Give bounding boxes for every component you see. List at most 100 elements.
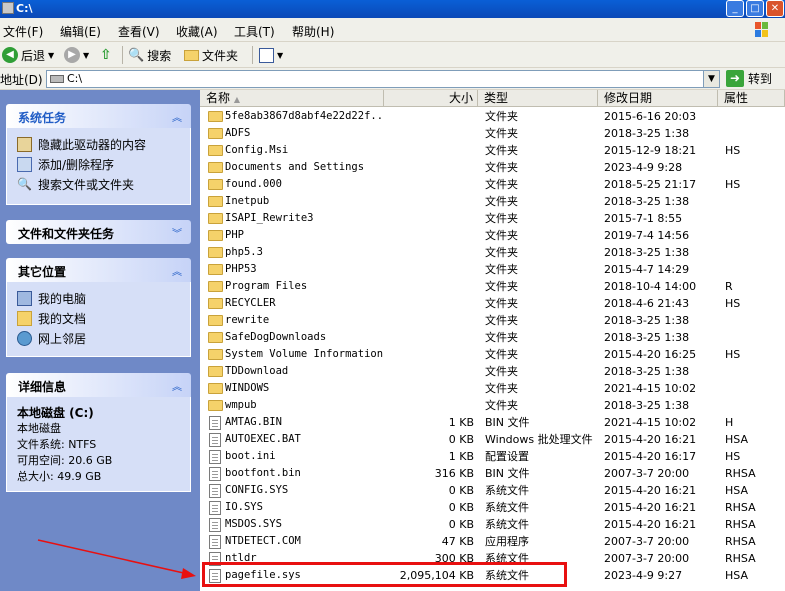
file-row[interactable]: php5.3 文件夹 2018-3-25 1:38	[200, 244, 785, 261]
column-modified[interactable]: 修改日期	[598, 90, 718, 107]
file-row[interactable]: AUTOEXEC.BAT 0 KB Windows 批处理文件 2015-4-20 1…	[200, 431, 785, 448]
menu-bar: 文件(F) 编辑(E) 查看(V) 收藏(A) 工具(T) 帮助(H)	[0, 18, 785, 42]
file-attributes: HS	[725, 144, 741, 157]
place-network[interactable]: 网上邻居	[17, 328, 180, 348]
details-header[interactable]: 详细信息 ︽	[6, 373, 191, 397]
folder-icon	[208, 298, 223, 309]
chevron-down-icon: ▼	[83, 50, 90, 60]
task-search-files[interactable]: 🔍 搜索文件或文件夹	[17, 174, 180, 194]
expand-icon[interactable]: ︾	[172, 225, 182, 240]
other-places-header[interactable]: 其它位置 ︽	[6, 258, 191, 282]
collapse-icon[interactable]: ︽	[172, 263, 182, 278]
forward-button[interactable]: ▶ ▼	[64, 45, 89, 65]
go-button[interactable]: ➜ 转到	[726, 70, 772, 87]
file-row[interactable]: Config.Msi 文件夹 2015-12-9 18:21 HS	[200, 142, 785, 159]
file-row[interactable]: AMTAG.BIN 1 KB BIN 文件 2021-4-15 10:02 H	[200, 414, 785, 431]
file-type: 文件夹	[485, 331, 518, 344]
address-input[interactable]: C:\ ▼	[46, 70, 720, 88]
file-row[interactable]: NTDETECT.COM 47 KB 应用程序 2007-3-7 20:00 RHSA	[200, 533, 785, 550]
folders-button[interactable]: 文件夹	[184, 45, 238, 65]
place-my-documents[interactable]: 我的文档	[17, 308, 180, 328]
file-type: 文件夹	[485, 382, 518, 395]
file-size: 0 KB	[448, 433, 474, 446]
system-tasks-header[interactable]: 系统任务 ︽	[6, 104, 191, 128]
toolbar-divider	[122, 46, 123, 64]
file-size: 0 KB	[448, 501, 474, 514]
back-label: 后退	[21, 48, 46, 63]
file-type: 文件夹	[485, 348, 518, 361]
task-label: 搜索文件或文件夹	[38, 177, 135, 192]
task-add-remove-programs[interactable]: 添加/删除程序	[17, 154, 180, 174]
search-icon: 🔍	[17, 177, 32, 191]
minimize-button[interactable]: _	[726, 0, 744, 17]
file-name: PHP53	[225, 263, 257, 275]
file-icon	[209, 484, 221, 498]
menu-favorites[interactable]: 收藏(A)	[176, 23, 218, 40]
file-folder-tasks-header[interactable]: 文件和文件夹任务 ︾	[6, 220, 191, 244]
file-row[interactable]: boot.ini 1 KB 配置设置 2015-4-20 16:17 HS	[200, 448, 785, 465]
back-button[interactable]: ◀ 后退 ▼	[2, 45, 54, 65]
column-name[interactable]: 名称 ▲	[200, 90, 384, 107]
file-row[interactable]: ISAPI_Rewrite3 文件夹 2015-7-1 8:55	[200, 210, 785, 227]
my-computer-icon	[17, 290, 32, 306]
file-row[interactable]: IO.SYS 0 KB 系统文件 2015-4-20 16:21 RHSA	[200, 499, 785, 516]
file-row[interactable]: MSDOS.SYS 0 KB 系统文件 2015-4-20 16:21 RHSA	[200, 516, 785, 533]
column-type[interactable]: 类型	[478, 90, 598, 107]
collapse-icon[interactable]: ︽	[172, 378, 182, 393]
file-attributes: HS	[725, 297, 741, 310]
place-label: 网上邻居	[38, 331, 87, 346]
file-type: BIN 文件	[485, 416, 530, 429]
maximize-button[interactable]: □	[746, 0, 764, 17]
column-size[interactable]: 大小	[384, 90, 478, 107]
details-panel: 详细信息 ︽ 本地磁盘 (C:) 本地磁盘 文件系统: NTFS 可用空间: 2…	[6, 373, 191, 492]
file-row[interactable]: bootfont.bin 316 KB BIN 文件 2007-3-7 20:00 RH…	[200, 465, 785, 482]
file-row[interactable]: found.000 文件夹 2018-5-25 21:17 HS	[200, 176, 785, 193]
views-button[interactable]: ▼	[259, 45, 283, 65]
file-row[interactable]: Program Files 文件夹 2018-10-4 14:00 R	[200, 278, 785, 295]
menu-view[interactable]: 查看(V)	[118, 23, 160, 40]
search-button[interactable]: 🔍 搜索	[128, 45, 171, 65]
file-row[interactable]: WINDOWS 文件夹 2021-4-15 10:02	[200, 380, 785, 397]
folder-icon	[208, 162, 223, 173]
up-folder-button[interactable]: ⇧	[100, 45, 112, 65]
file-type: 文件夹	[485, 178, 518, 191]
folder-icon	[208, 247, 223, 258]
menu-file[interactable]: 文件(F)	[3, 23, 43, 40]
file-row[interactable]: RECYCLER 文件夹 2018-4-6 21:43 HS	[200, 295, 785, 312]
menu-help[interactable]: 帮助(H)	[292, 23, 334, 40]
file-attributes: HS	[725, 178, 741, 191]
file-row[interactable]: PHP53 文件夹 2015-4-7 14:29	[200, 261, 785, 278]
file-modified: 2015-6-16 20:03	[604, 110, 697, 123]
file-row[interactable]: Inetpub 文件夹 2018-3-25 1:38	[200, 193, 785, 210]
file-row[interactable]: System Volume Information 文件夹 2015-4-20 16…	[200, 346, 785, 363]
file-name: CONFIG.SYS	[225, 484, 289, 496]
file-row[interactable]: ADFS 文件夹 2018-3-25 1:38	[200, 125, 785, 142]
file-name: php5.3	[225, 246, 263, 258]
file-row[interactable]: CONFIG.SYS 0 KB 系统文件 2015-4-20 16:21 HSA	[200, 482, 785, 499]
file-type: Windows 批处理文件	[485, 433, 593, 446]
file-row[interactable]: PHP 文件夹 2019-7-4 14:56	[200, 227, 785, 244]
file-row[interactable]: wmpub 文件夹 2018-3-25 1:38	[200, 397, 785, 414]
file-name: 5fe8ab3867d8abf4e22d22f...	[225, 110, 383, 122]
menu-tools[interactable]: 工具(T)	[234, 23, 275, 40]
file-row[interactable]: TDDownload 文件夹 2018-3-25 1:38	[200, 363, 785, 380]
file-type: 文件夹	[485, 110, 518, 123]
menu-edit[interactable]: 编辑(E)	[60, 23, 101, 40]
column-attributes[interactable]: 属性	[718, 90, 785, 107]
address-dropdown-button[interactable]: ▼	[703, 71, 719, 87]
close-button[interactable]: ✕	[766, 0, 784, 17]
drive-icon	[50, 75, 64, 83]
collapse-icon[interactable]: ︽	[172, 109, 182, 124]
task-pane: 系统任务 ︽ 隐藏此驱动器的内容 添加/删除程序 🔍 搜索文件或文件夹 文件和文…	[0, 90, 200, 591]
file-row[interactable]: Documents and Settings 文件夹 2023-4-9 9:28	[200, 159, 785, 176]
chevron-down-icon: ▼	[48, 50, 55, 60]
file-row[interactable]: 5fe8ab3867d8abf4e22d22f... 文件夹 2015-6-16 2…	[200, 108, 785, 125]
file-row[interactable]: rewrite 文件夹 2018-3-25 1:38	[200, 312, 785, 329]
file-icon	[209, 467, 221, 481]
file-modified: 2015-4-20 16:21	[604, 501, 697, 514]
place-my-computer[interactable]: 我的电脑	[17, 288, 180, 308]
file-row[interactable]: SafeDogDownloads 文件夹 2018-3-25 1:38	[200, 329, 785, 346]
file-modified: 2019-7-4 14:56	[604, 229, 690, 242]
task-hide-drive-contents[interactable]: 隐藏此驱动器的内容	[17, 134, 180, 154]
file-modified: 2018-3-25 1:38	[604, 195, 690, 208]
